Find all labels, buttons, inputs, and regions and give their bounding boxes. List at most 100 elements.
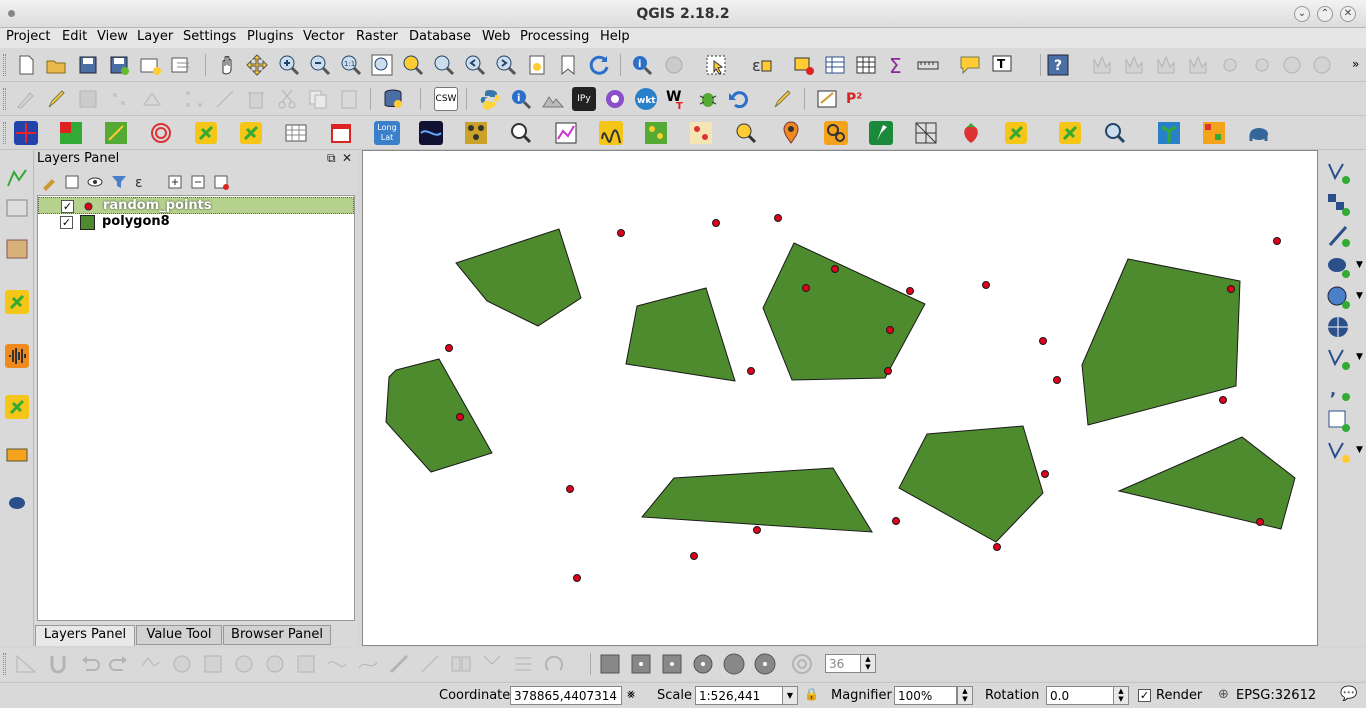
menu-processing[interactable]: Processing	[520, 29, 589, 44]
copy-features-icon[interactable]	[306, 87, 330, 111]
tab-layers-panel[interactable]: Layers Panel	[35, 625, 135, 646]
maximize-button[interactable]: ⌃	[1317, 6, 1333, 22]
identify-features-icon[interactable]: i	[630, 53, 654, 77]
delete-part-icon[interactable]	[294, 652, 318, 676]
digitize-angle-icon[interactable]	[14, 652, 38, 676]
plugin-mosaic-icon[interactable]	[1202, 121, 1226, 145]
new-print-composer-icon[interactable]	[138, 53, 162, 77]
expand-all-icon[interactable]	[166, 173, 184, 191]
crs-globe-icon[interactable]: ⊕	[1218, 687, 1229, 702]
advanced-digitize-6-icon[interactable]	[753, 652, 777, 676]
layer-row-polygon8[interactable]: ✓ polygon8	[38, 214, 354, 231]
plugin-grid-icon[interactable]	[14, 121, 38, 145]
edit-pen-icon[interactable]	[770, 87, 794, 111]
advanced-digitize-5-icon[interactable]	[722, 652, 746, 676]
settings-plugin-icon[interactable]	[603, 87, 627, 111]
split-parts-icon[interactable]	[418, 652, 442, 676]
pan-icon[interactable]	[215, 53, 239, 77]
bug-plugin-icon[interactable]	[696, 87, 720, 111]
composer-manager-icon[interactable]	[169, 53, 193, 77]
magnifier-spinner[interactable]: ▲ ▼	[957, 686, 973, 705]
cut-features-icon[interactable]	[275, 87, 299, 111]
plugin-spiral-icon[interactable]	[149, 121, 173, 145]
composer-plugin-icon[interactable]	[815, 87, 839, 111]
tab-browser-panel[interactable]: Browser Panel	[223, 625, 331, 645]
field-calculator-icon[interactable]	[854, 53, 878, 77]
rotate-feature-icon[interactable]	[542, 652, 566, 676]
disabled-tool-icon-4[interactable]	[1186, 53, 1210, 77]
lock-scale-icon[interactable]: 🔒	[804, 687, 819, 701]
toolbar-overflow-icon[interactable]: »	[1352, 57, 1359, 71]
postgis-elephant-icon[interactable]	[1247, 121, 1271, 145]
add-part-icon[interactable]	[201, 652, 225, 676]
merge-features-icon[interactable]	[449, 652, 473, 676]
tolerance-spinner[interactable]: ▲ ▼	[860, 654, 876, 673]
rotate-symbols-icon[interactable]	[511, 652, 535, 676]
save-edits-icon[interactable]	[76, 87, 100, 111]
offset-curve-icon[interactable]	[356, 652, 380, 676]
plugin-heatmap-icon[interactable]	[689, 121, 713, 145]
rotation-spinner[interactable]: ▲ ▼	[1113, 686, 1129, 705]
disabled-tool-icon-3[interactable]	[1154, 53, 1178, 77]
menu-project[interactable]: Project	[6, 29, 50, 44]
zoom-next-icon[interactable]	[494, 53, 518, 77]
plugin-leaf-icon[interactable]	[104, 121, 128, 145]
add-wms-icon[interactable]: ▼	[1326, 285, 1363, 311]
float-panel-icon[interactable]: ⧉	[327, 151, 336, 166]
refresh-icon[interactable]	[587, 53, 611, 77]
plugin-strawberry-icon[interactable]	[959, 121, 983, 145]
ipython-console-icon[interactable]: IPy	[572, 87, 596, 111]
plugin-calendar-icon[interactable]	[329, 121, 353, 145]
current-edits-icon[interactable]	[14, 87, 38, 111]
magnet-icon[interactable]	[46, 652, 70, 676]
tolerance-spiral-icon[interactable]	[790, 652, 814, 676]
add-wms-layer-icon[interactable]	[5, 443, 29, 467]
render-checkbox[interactable]: ✓	[1138, 689, 1151, 702]
add-map-layer-icon[interactable]	[5, 237, 29, 261]
fill-ring-icon[interactable]	[232, 652, 256, 676]
simplify-icon[interactable]	[139, 652, 163, 676]
add-ring-icon[interactable]	[170, 652, 194, 676]
advanced-digitize-4-icon[interactable]	[691, 652, 715, 676]
merge-attributes-icon[interactable]	[480, 652, 504, 676]
style-layer-icon[interactable]	[40, 173, 58, 191]
db-manager-icon[interactable]	[381, 87, 405, 111]
menu-view[interactable]: View	[97, 29, 128, 44]
paste-features-icon[interactable]	[337, 87, 361, 111]
add-vector-icon[interactable]	[1326, 160, 1352, 186]
reshape-icon[interactable]	[325, 652, 349, 676]
longlat-plugin-icon[interactable]: Long Lat	[374, 121, 400, 145]
open-project-icon[interactable]	[44, 53, 68, 77]
toggle-extents-icon[interactable]: ⨳	[627, 687, 635, 702]
plugin-palm-icon[interactable]	[1157, 121, 1181, 145]
close-panel-icon[interactable]: ✕	[342, 151, 352, 165]
plugin-marker-icon[interactable]	[779, 121, 803, 145]
crs-label[interactable]: EPSG:32612	[1236, 688, 1316, 703]
plugin-query-icon[interactable]	[509, 121, 533, 145]
zoom-to-selection-icon[interactable]	[401, 53, 425, 77]
plugin-cluster-icon[interactable]	[644, 121, 668, 145]
disabled-tool-icon-6[interactable]	[1250, 53, 1274, 77]
add-feature-icon[interactable]	[107, 87, 131, 111]
filter-expression-icon[interactable]: ε	[133, 173, 151, 191]
terrain-profile-icon[interactable]	[541, 87, 565, 111]
plugin-zoom-icon[interactable]	[1103, 121, 1127, 145]
toggle-editing-icon[interactable]	[44, 87, 68, 111]
add-spatialite-icon[interactable]	[1326, 223, 1352, 249]
quickwkt-icon[interactable]: wkt	[634, 87, 658, 111]
move-feature-icon[interactable]	[140, 87, 164, 111]
undo-icon[interactable]	[78, 652, 102, 676]
menu-help[interactable]: Help	[600, 29, 630, 44]
menu-raster[interactable]: Raster	[356, 29, 398, 44]
help-icon[interactable]: ?	[1046, 53, 1070, 77]
text-annotation-icon[interactable]: T	[990, 53, 1014, 77]
add-group-icon[interactable]	[63, 173, 81, 191]
menu-settings[interactable]: Settings	[183, 29, 236, 44]
new-bookmark-icon[interactable]	[556, 53, 580, 77]
zoom-to-layer-icon[interactable]	[432, 53, 456, 77]
disabled-tool-icon-1[interactable]	[1090, 53, 1114, 77]
save-project-icon[interactable]	[76, 53, 100, 77]
p2-plugin-icon[interactable]: P²	[846, 87, 870, 111]
rotation-field[interactable]	[1046, 686, 1114, 705]
csw-icon[interactable]: CSW	[434, 87, 458, 111]
